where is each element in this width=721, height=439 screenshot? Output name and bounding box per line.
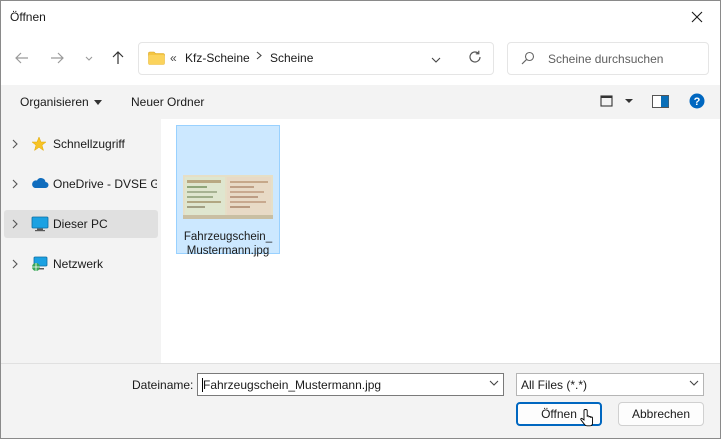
file-type-select[interactable]: All Files (*.*) [516, 373, 704, 396]
nav-item-network[interactable]: Netzwerk [4, 250, 158, 278]
open-button[interactable]: Öffnen [516, 402, 602, 427]
nav-item-this-pc[interactable]: Dieser PC [4, 210, 158, 238]
network-icon [32, 256, 48, 271]
chevron-right-icon[interactable] [12, 179, 18, 189]
view-options-button[interactable] [600, 95, 634, 110]
file-name-line: Fahrzeugschein_ [183, 231, 273, 243]
arrow-up-icon [112, 51, 124, 64]
nav-label: Netzwerk [53, 257, 104, 271]
cloud-icon [32, 178, 49, 188]
mouse-cursor-icon [580, 409, 593, 427]
nav-label: OneDrive - DVSE Ge [53, 177, 157, 191]
arrow-right-icon [51, 52, 64, 64]
preview-pane-button[interactable] [652, 95, 669, 111]
monitor-icon [31, 216, 49, 232]
file-name: Fahrzeugschein_ Mustermann.jpg [177, 230, 279, 258]
nav-label: Schnellzugriff [53, 137, 125, 151]
address-overflow[interactable]: « [170, 51, 177, 65]
view-icon [600, 95, 633, 107]
chevron-down-icon [85, 56, 93, 61]
title-bar: Öffnen [1, 1, 720, 33]
filename-label: Dateiname: [132, 378, 194, 392]
chevron-right-icon[interactable] [12, 139, 18, 149]
file-name-line: Mustermann.jpg [186, 245, 270, 257]
up-button[interactable] [107, 47, 129, 69]
chevron-down-icon [431, 57, 441, 63]
organize-label: Organisieren [20, 95, 89, 109]
nav-label: Dieser PC [53, 217, 108, 231]
chevron-right-icon [256, 51, 262, 60]
forward-button[interactable] [46, 47, 68, 69]
chevron-down-icon [689, 380, 699, 386]
star-icon [31, 136, 47, 152]
address-bar[interactable]: « Kfz-Scheine Scheine [138, 42, 494, 75]
svg-text:?: ? [694, 96, 701, 108]
refresh-button[interactable] [468, 50, 482, 67]
caret-down-icon [93, 100, 102, 106]
arrow-left-icon [15, 52, 28, 64]
address-row: « Kfz-Scheine Scheine Scheine durchsuche… [1, 33, 720, 85]
open-file-dialog: Öffnen « Kfz-Scheine Scheine Scheine dur… [0, 0, 721, 439]
recent-locations-button[interactable] [78, 47, 100, 69]
breadcrumb-separator [256, 51, 262, 63]
search-box[interactable]: Scheine durchsuchen [507, 42, 709, 75]
help-button[interactable]: ? [689, 93, 705, 112]
navigation-pane: Schnellzugriff OneDrive - DVSE Ge Dieser… [1, 119, 161, 363]
new-folder-button[interactable]: Neuer Ordner [131, 95, 204, 109]
search-input[interactable]: Scheine durchsuchen [548, 52, 663, 66]
filename-value[interactable]: Fahrzeugschein_Mustermann.jpg [202, 378, 381, 392]
nav-item-quick-access[interactable]: Schnellzugriff [4, 130, 158, 158]
refresh-icon [469, 50, 481, 63]
file-item[interactable]: Fahrzeugschein_ Mustermann.jpg [176, 125, 280, 257]
filename-field[interactable]: Fahrzeugschein_Mustermann.jpg [197, 373, 504, 396]
window-title: Öffnen [10, 10, 46, 24]
command-bar: Organisieren Neuer Ordner ? [1, 85, 720, 119]
chevron-right-icon[interactable] [12, 219, 18, 229]
back-button[interactable] [11, 47, 33, 69]
nav-item-onedrive[interactable]: OneDrive - DVSE Ge [4, 170, 158, 198]
close-button[interactable] [674, 1, 720, 33]
file-list[interactable]: Fahrzeugschein_ Mustermann.jpg [161, 119, 720, 363]
preview-pane-icon [652, 95, 669, 108]
chevron-down-icon[interactable] [489, 380, 499, 386]
image-thumbnail [183, 175, 273, 219]
cancel-button-label: Abbrechen [631, 407, 691, 421]
folder-icon [148, 51, 165, 65]
dialog-footer: Dateiname: Fahrzeugschein_Mustermann.jpg… [1, 363, 720, 438]
chevron-right-icon[interactable] [12, 259, 18, 269]
file-type-value: All Files (*.*) [521, 378, 588, 392]
organize-button[interactable]: Organisieren [20, 95, 102, 109]
address-dropdown[interactable] [431, 52, 441, 66]
help-icon: ? [689, 93, 705, 109]
open-button-label: Öffnen [541, 407, 577, 421]
breadcrumb-kfz-scheine[interactable]: Kfz-Scheine [185, 51, 250, 65]
cancel-button[interactable]: Abbrechen [618, 402, 704, 426]
breadcrumb-scheine[interactable]: Scheine [270, 51, 313, 65]
search-icon [521, 51, 535, 65]
close-icon [691, 11, 703, 23]
